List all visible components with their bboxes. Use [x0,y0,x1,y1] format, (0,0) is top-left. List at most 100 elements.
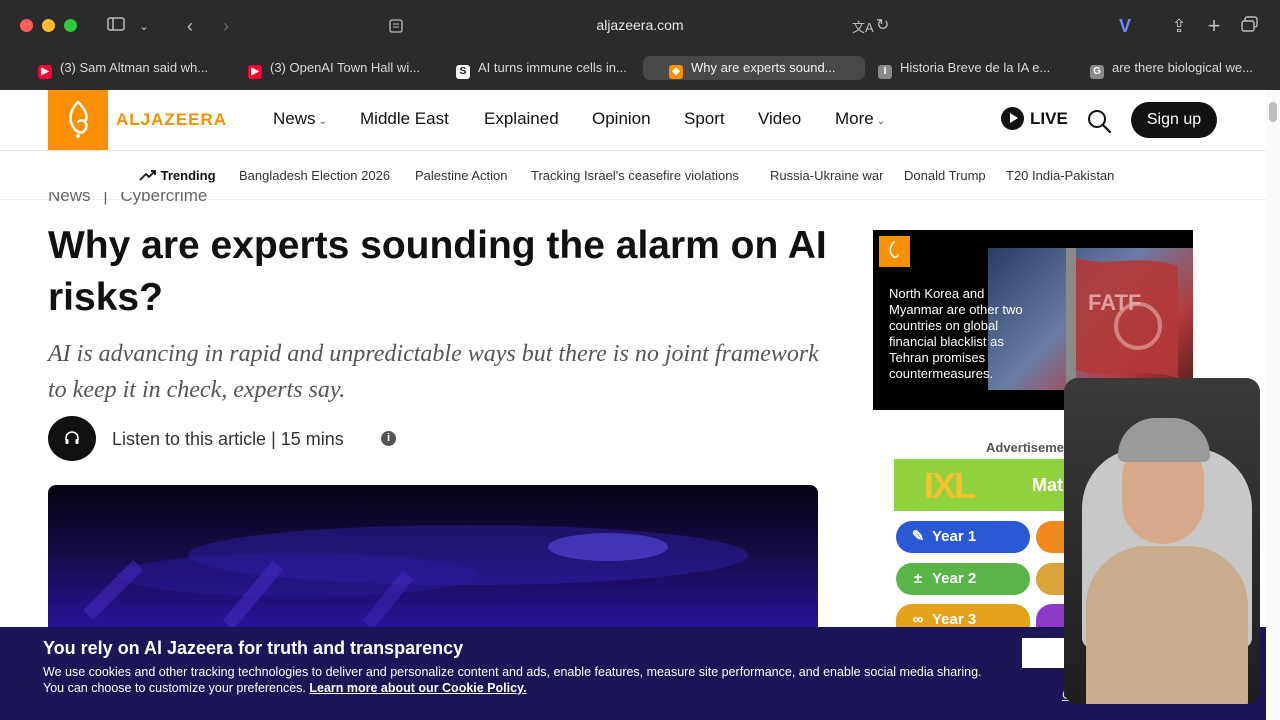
tab-sam-altman[interactable]: ▶ (3) Sam Altman said wh... [30,56,228,80]
tab-overview-icon[interactable] [1239,14,1261,38]
translate-icon[interactable]: 文A [852,17,874,36]
browser-toolbar: ⌄ ‹ › aljazeera.com 文A ↻ V ⇪ + [0,0,1280,52]
breadcrumb-topic[interactable]: Cybercrime [120,192,207,205]
ad-year-side-button[interactable] [1036,563,1064,595]
aljazeera-logo-icon [879,236,910,267]
url-text: aljazeera.com [596,17,684,33]
advertisement-label: Advertisement [986,440,1077,455]
google-icon: G [1090,65,1104,79]
site-logo-text[interactable]: ALJAZEERA [116,110,227,130]
related-story-text: North Korea and Myanmar are other two co… [889,286,1023,381]
nav-label: News [273,109,316,128]
live-label: LIVE [1030,109,1068,128]
tab-label: are there biological we... [1112,60,1253,75]
article-title: Why are experts sounding the alarm on AI… [48,224,827,319]
tab-openai-town-hall[interactable]: ▶ (3) OpenAI Town Hall wi... [240,56,443,80]
browser-chrome: ⌄ ‹ › aljazeera.com 文A ↻ V ⇪ + ▶ (3) Sam … [0,0,1280,90]
aljazeera-logo-icon[interactable] [48,90,108,150]
tab-ai-immune-cells[interactable]: S AI turns immune cells in... [450,56,641,80]
play-icon [1001,107,1024,130]
share-icon[interactable]: ⇪ [1168,14,1190,38]
nav-opinion[interactable]: Opinion [592,109,651,129]
nav-news[interactable]: News ⌄ [273,109,327,129]
youtube-icon: ▶ [38,65,52,79]
breadcrumb-separator: | [103,192,108,205]
plus-minus-icon: ± [913,570,923,587]
tab-bar: ▶ (3) Sam Altman said wh... ▶ (3) OpenAI T… [0,52,1280,84]
info-icon[interactable]: i [381,431,396,446]
doc-icon: I [878,65,892,79]
trending-label-text: Trending [160,168,216,183]
ad-year-label: Year 1 [932,528,977,545]
ad-brand-subtitle: Mat [1032,475,1063,495]
trending-arrow-icon [139,168,161,183]
ad-year-side-button[interactable] [1036,521,1064,553]
promo-image-text: FATF [1088,290,1141,315]
ad-year-3-button[interactable]: ∞ Year 3 [896,604,1030,627]
extension-icon[interactable]: V [1114,14,1136,38]
forward-arrow-icon[interactable]: › [214,14,238,38]
tab-label: (3) OpenAI Town Hall wi... [270,60,421,75]
nav-explained[interactable]: Explained [484,109,559,129]
cookie-policy-link[interactable]: Learn more about our Cookie Policy. [309,681,526,695]
pencil-cup-icon: ✎ [911,528,925,545]
reload-icon[interactable]: ↻ [876,15,889,35]
close-window-button[interactable] [20,19,33,32]
breadcrumb: News | Cybercrime [48,192,207,210]
ad-year-side-button[interactable] [1036,604,1064,627]
infinity-icon: ∞ [912,611,924,627]
ad-brand-logo: IXL [924,465,976,506]
ad-year-label: Year 2 [932,570,977,587]
nav-sport[interactable]: Sport [684,109,725,129]
listen-article-label[interactable]: Listen to this article | 15 mins [112,429,344,450]
trending-link[interactable]: T20 India-Pakistan [1006,168,1114,183]
nav-middle-east[interactable]: Middle East [360,109,449,129]
trending-link[interactable]: Tracking Israel's ceasefire violations [531,168,739,183]
live-button[interactable]: LIVE [1001,107,1068,130]
tab-why-are-experts[interactable]: ◆ Why are experts sound... [643,56,865,80]
trending-link[interactable]: Palestine Action [415,168,508,183]
chevron-down-icon[interactable]: ⌄ [136,14,152,38]
ad-banner[interactable]: IXL Mat [894,459,1064,511]
new-tab-icon[interactable]: + [1203,14,1225,38]
article-subtitle: AI is advancing in rapid and unpredictab… [48,341,819,403]
zoom-window-button[interactable] [64,19,77,32]
tab-label: (3) Sam Altman said wh... [60,60,209,75]
tab-label: AI turns immune cells in... [478,60,627,75]
tab-historia-breve[interactable]: I Historia Breve de la IA e... [870,56,1073,80]
back-arrow-icon[interactable]: ‹ [178,14,202,38]
minimize-window-button[interactable] [42,19,55,32]
scrollbar-thumb[interactable] [1269,102,1277,122]
chevron-down-icon: ⌄ [876,116,886,127]
ad-year-2-button[interactable]: ± Year 2 [896,563,1030,595]
trending-label: Trending [139,168,216,183]
article-hero-image [48,485,818,635]
tab-label: Why are experts sound... [691,60,836,75]
nav-more[interactable]: More ⌄ [835,109,885,129]
trending-link[interactable]: Donald Trump [904,168,986,183]
breadcrumb-section[interactable]: News [48,192,91,205]
chevron-down-icon: ⌄ [318,116,327,127]
cookie-body: We use cookies and other tracking techno… [43,664,1003,696]
tab-label: Historia Breve de la IA e... [900,60,1051,75]
nav-video[interactable]: Video [758,109,801,129]
ad-year-1-button[interactable]: ✎ Year 1 [896,521,1030,553]
cookie-title: You rely on Al Jazeera for truth and tra… [43,638,464,658]
search-icon[interactable] [1086,108,1112,139]
tab-biological-weapons[interactable]: Gare there biological we... [1082,56,1275,80]
ad-year-label: Year 3 [932,611,977,627]
webcam-person-body [1086,546,1248,704]
headphones-icon [64,430,80,451]
site-header: ALJAZEERA News ⌄ Middle East Explained Op… [0,90,1266,151]
trending-link[interactable]: Bangladesh Election 2026 [239,168,390,183]
trending-link[interactable]: Russia-Ukraine war [770,168,883,183]
address-bar[interactable]: aljazeera.com 文A ↻ [380,12,900,40]
page-scrollbar[interactable] [1266,90,1280,720]
sidebar-toggle-icon[interactable] [104,14,128,38]
aljazeera-icon: ◆ [669,65,683,79]
listen-article-button[interactable] [48,416,96,461]
sd-icon: S [456,65,470,79]
sign-up-button[interactable]: Sign up [1131,102,1217,138]
nav-label: More [835,109,874,128]
youtube-icon: ▶ [248,65,262,79]
